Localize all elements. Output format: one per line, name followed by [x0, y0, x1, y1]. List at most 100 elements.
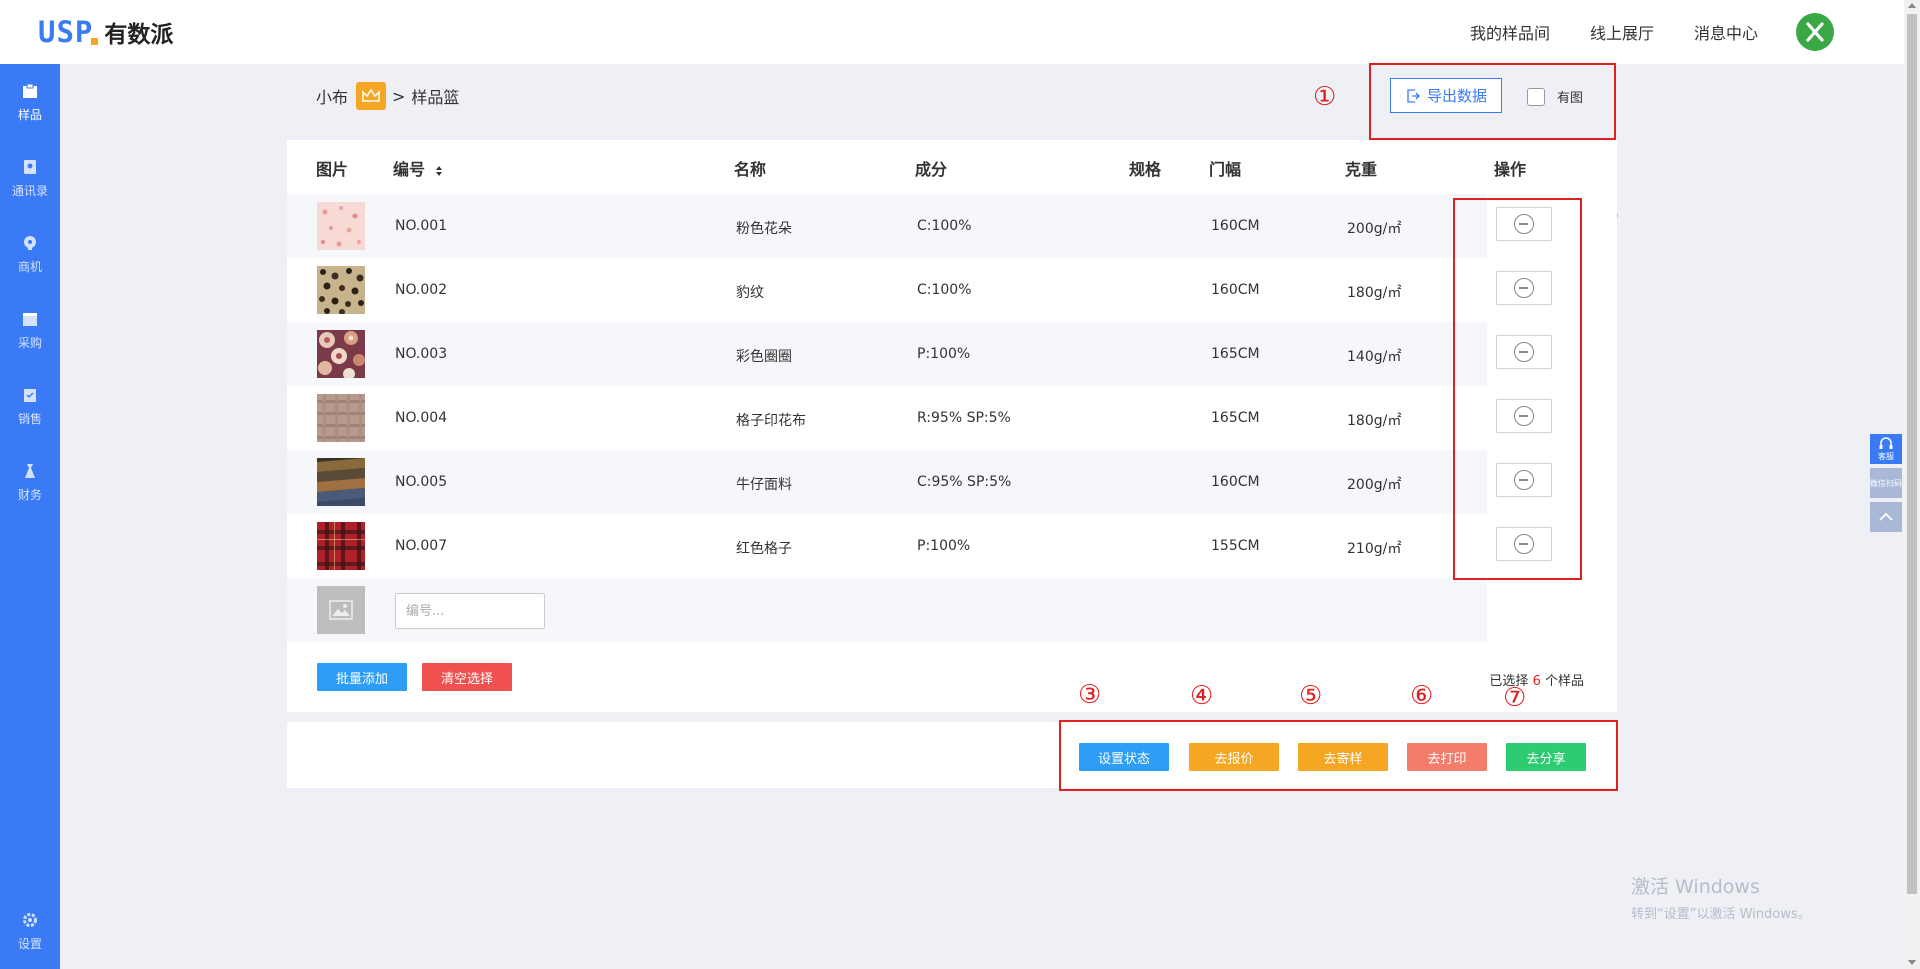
cell-weight: 210g/㎡	[1347, 541, 1402, 557]
vertical-scrollbar[interactable]	[1904, 0, 1920, 969]
swatch-beige-plaid[interactable]	[317, 394, 365, 442]
col-header-ops: 操作	[1494, 160, 1527, 179]
headset-icon	[1879, 436, 1893, 449]
nav-online-showroom[interactable]: 线上展厅	[1590, 20, 1654, 44]
table-row[interactable]: NO.003 彩色圈圈 P:100% 165CM 140g/㎡	[287, 322, 1487, 386]
opportunity-icon	[24, 235, 36, 250]
finance-icon	[25, 463, 35, 478]
swatch-red-plaid[interactable]	[317, 522, 365, 570]
watermark-line2: 转到“设置”以激活 Windows。	[1631, 907, 1811, 922]
sidebar-item-sales[interactable]: 销售	[0, 368, 60, 444]
cell-composition: C:100%	[917, 282, 972, 298]
scrollbar-thumb[interactable]	[1907, 14, 1917, 894]
table-row[interactable]: NO.002 豹纹 C:100% 160CM 180g/㎡	[287, 258, 1487, 322]
avatar-x-icon	[1806, 22, 1824, 42]
windows-activation-watermark: 激活 Windows 转到“设置”以激活 Windows。	[1631, 872, 1811, 922]
col-header-weight: 克重	[1345, 160, 1378, 179]
nav-my-sample-room[interactable]: 我的样品间	[1470, 20, 1550, 44]
selected-suffix: 个样品	[1544, 674, 1584, 689]
image-placeholder-icon[interactable]	[317, 586, 365, 634]
sidebar-item-opportunity[interactable]: 商机	[0, 216, 60, 292]
logo-dot	[91, 37, 99, 45]
swatch-color-circles[interactable]	[317, 330, 365, 378]
sidebar-item-label: 采购	[17, 335, 42, 350]
table-row[interactable]: NO.004 格子印花布 R:95% SP:5% 165CM 180g/㎡	[287, 386, 1487, 450]
callout-5: ⑤	[1299, 681, 1323, 711]
col-header-image: 图片	[316, 160, 349, 179]
table-row[interactable]: NO.007 红色格子 P:100% 155CM 210g/㎡	[287, 514, 1487, 578]
col-header-width: 门幅	[1209, 160, 1242, 179]
cell-weight: 200g/㎡	[1347, 221, 1402, 237]
cell-width: 165CM	[1211, 346, 1260, 362]
logo-text: USP	[38, 15, 94, 49]
watermark-line1: 激活 Windows	[1631, 876, 1760, 898]
sidebar-item-purchase[interactable]: 采购	[0, 292, 60, 368]
logo-name: 有数派	[104, 22, 174, 48]
cell-name: 豹纹	[736, 285, 764, 301]
cell-name: 牛仔面料	[736, 477, 792, 493]
add-sample-row	[287, 578, 1487, 642]
breadcrumb-user[interactable]: 小布	[316, 84, 348, 108]
scroll-down-arrow-icon[interactable]	[1908, 960, 1916, 965]
cell-code: NO.005	[395, 474, 448, 490]
sidebar-item-samples[interactable]: 样品	[0, 64, 60, 140]
sort-icon[interactable]	[435, 165, 443, 177]
sidebar-item-label: 通讯录	[11, 183, 48, 198]
app-logo[interactable]: USP 有数派	[38, 14, 173, 50]
customer-service-button[interactable]: 客服	[1870, 434, 1902, 464]
batch-add-button[interactable]: 批量添加	[317, 663, 407, 691]
cell-code: NO.002	[395, 282, 448, 298]
table-row[interactable]: NO.005 牛仔面料 C:95% SP:5% 160CM 200g/㎡	[287, 450, 1487, 514]
cell-width: 165CM	[1211, 410, 1260, 426]
col-header-code[interactable]: 编号	[393, 156, 443, 180]
clear-selection-button[interactable]: 清空选择	[422, 663, 512, 691]
sidebar-item-label: 样品	[17, 107, 42, 122]
cell-composition: C:100%	[917, 218, 972, 234]
cell-code: NO.003	[395, 346, 448, 362]
cell-composition: P:100%	[917, 538, 971, 554]
has-image-checkbox[interactable]	[1527, 87, 1545, 106]
nav-message-center[interactable]: 消息中心	[1694, 20, 1758, 44]
sidebar-item-contacts[interactable]: 通讯录	[0, 140, 60, 216]
customer-service-label: 客服	[1878, 451, 1894, 461]
cell-composition: P:100%	[917, 346, 971, 362]
breadcrumb-current: 样品篮	[411, 88, 460, 107]
top-nav: 我的样品间 线上展厅 消息中心	[1430, 0, 1834, 64]
swatch-pink-floral[interactable]	[317, 202, 365, 250]
export-data-button[interactable]: 导出数据	[1390, 78, 1502, 113]
cell-name: 红色格子	[736, 541, 792, 557]
cell-weight: 200g/㎡	[1347, 477, 1402, 493]
scroll-up-arrow-icon[interactable]	[1908, 3, 1916, 8]
has-image-filter[interactable]: 有图	[1527, 87, 1583, 106]
table-row[interactable]: NO.001 粉色花朵 C:100% 160CM 200g/㎡	[287, 194, 1487, 258]
cell-code: NO.004	[395, 410, 448, 426]
col-header-composition: 成分	[915, 160, 948, 179]
cell-width: 155CM	[1211, 538, 1260, 554]
breadcrumb: 小布 > 样品篮	[316, 82, 459, 110]
callout-7: ⑦	[1503, 683, 1527, 713]
wechat-qr-button[interactable]: 微信扫码	[1870, 468, 1902, 498]
crown-icon	[356, 82, 387, 110]
contacts-icon	[24, 159, 36, 174]
sidebar-item-label: 财务	[17, 487, 42, 502]
swatch-denim-stack[interactable]	[317, 458, 365, 506]
back-to-top-button[interactable]	[1870, 502, 1902, 532]
sidebar-item-settings[interactable]: 设置	[0, 893, 60, 969]
col-header-spec: 规格	[1129, 160, 1162, 179]
sidebar: 样品 通讯录 商机 采购 销售 财务 设置	[0, 64, 60, 969]
export-icon	[1407, 88, 1420, 103]
annotation-box-2	[1453, 198, 1582, 580]
sidebar-item-finance[interactable]: 财务	[0, 444, 60, 520]
code-input[interactable]	[395, 593, 545, 629]
cell-code: NO.007	[395, 538, 448, 554]
cell-composition: R:95% SP:5%	[917, 410, 1011, 426]
has-image-label: 有图	[1557, 91, 1584, 106]
callout-3: ③	[1078, 680, 1102, 710]
purchase-icon	[23, 312, 37, 326]
avatar[interactable]	[1796, 13, 1834, 51]
chevron-up-icon	[1879, 512, 1893, 521]
sidebar-item-label: 商机	[17, 259, 42, 274]
swatch-leopard[interactable]	[317, 266, 365, 314]
annotation-box-actions	[1059, 720, 1618, 791]
cell-name: 粉色花朵	[736, 221, 792, 237]
